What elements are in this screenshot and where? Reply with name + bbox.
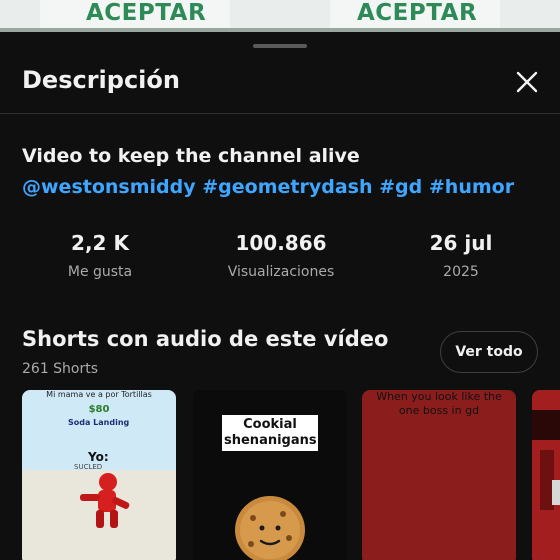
drag-handle[interactable] [253, 44, 307, 48]
accept-text-right: ACEPTAR [357, 0, 478, 26]
likes-value: 2,2 K [71, 231, 129, 255]
short-thumbnail-1[interactable]: Mi mama ve a por Tortillas $80 Soda Land… [22, 390, 176, 560]
views-label: Visualizaciones [227, 264, 335, 280]
accept-text-left: ACEPTAR [86, 0, 207, 26]
tag-gd[interactable]: #gd [379, 176, 422, 198]
background-video: ACEPTAR ACEPTAR [0, 0, 560, 32]
shorts-carousel[interactable]: Mi mama ve a por Tortillas $80 Soda Land… [0, 390, 560, 560]
tag-humor[interactable]: #humor [429, 176, 514, 198]
date-value: 26 jul [429, 231, 493, 255]
likes-stat: 2,2 K Me gusta [10, 231, 190, 280]
video-divider [0, 28, 560, 32]
date-stat: 26 jul 2025 [371, 231, 551, 280]
screen: ACEPTAR ACEPTAR Descripción Video to kee… [0, 0, 560, 560]
date-year: 2025 [443, 264, 479, 280]
likes-label: Me gusta [67, 264, 133, 280]
short-thumbnail-2[interactable]: Cookial shenanigans [193, 390, 347, 560]
cookie-icon [235, 496, 305, 560]
close-icon [516, 71, 538, 93]
short-thumbnail-3[interactable]: When you look like the one boss in gd [362, 390, 516, 560]
thumbnail-name: Yo: [88, 450, 109, 464]
thumbnail-label: When you look like the one boss in gd [376, 390, 502, 417]
shorts-section-title: Shorts con audio de este vídeo [22, 327, 389, 351]
description-sheet: Descripción Video to keep the channel al… [0, 33, 560, 560]
see-all-button[interactable]: Ver todo [440, 331, 538, 373]
shorts-count: 261 Shorts [22, 361, 99, 377]
thumbnail-price: $80 [88, 404, 110, 415]
short-thumbnail-4[interactable] [532, 390, 560, 560]
hashtag-line: @westonsmiddy #geometrydash #gd #humor [22, 176, 514, 198]
video-title: Video to keep the channel alive [22, 145, 360, 167]
close-button[interactable] [510, 65, 544, 99]
sheet-title: Descripción [22, 66, 180, 94]
thumbnail-caption: Mi mama ve a por Tortillas [46, 390, 152, 399]
tag-mention[interactable]: @westonsmiddy [22, 176, 196, 198]
views-value: 100.866 [235, 231, 327, 255]
header-divider [0, 113, 560, 114]
partial-shape-icon [532, 390, 560, 560]
views-stat: 100.866 Visualizaciones [191, 231, 371, 280]
thumbnail-brand: Soda Landing [68, 418, 130, 427]
tag-geometrydash[interactable]: #geometrydash [202, 176, 372, 198]
stats-row: 2,2 K Me gusta 100.866 Visualizaciones 2… [0, 231, 560, 291]
red-figure-icon [80, 473, 130, 528]
thumbnail-label: Cookial shenanigans [222, 415, 318, 451]
